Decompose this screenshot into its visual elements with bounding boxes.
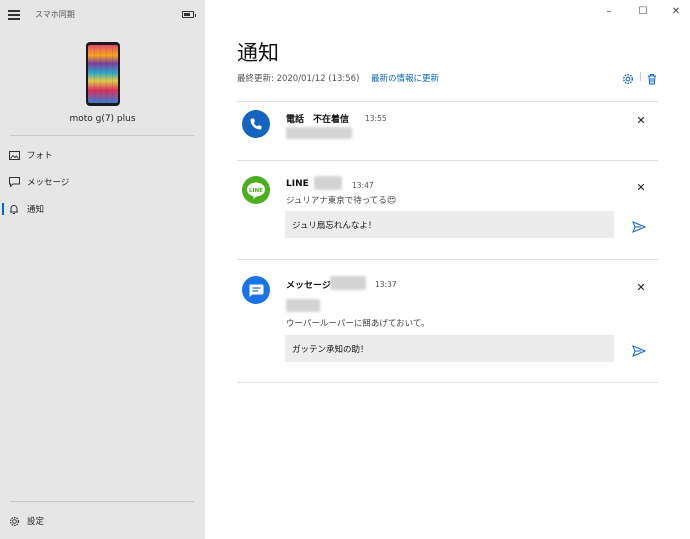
message-icon — [8, 176, 20, 188]
notification-message: ジュリアナ東京で待ってる😍 — [286, 196, 397, 206]
app-title: スマホ同期 — [35, 10, 75, 19]
settings-gear-icon[interactable] — [622, 70, 634, 85]
battery-icon — [182, 11, 196, 18]
bell-icon — [8, 203, 20, 215]
dismiss-button[interactable]: ✕ — [636, 115, 646, 126]
sidebar-item-label: メッセージ — [27, 178, 70, 188]
notification-app-name: メッセージ — [286, 281, 331, 291]
refresh-link[interactable]: 最新の情報に更新 — [371, 72, 439, 84]
reply-input[interactable] — [285, 211, 614, 238]
last-updated-text: 最終更新: 2020/01/12 (13:56) — [237, 74, 360, 84]
redacted-text — [314, 176, 342, 190]
phone-icon — [242, 110, 270, 138]
toolbar-separator — [640, 72, 641, 81]
minimize-button[interactable]: – — [602, 4, 616, 18]
sidebar-item-messages[interactable]: メッセージ — [0, 171, 205, 193]
sidebar-divider — [10, 501, 194, 502]
redacted-text — [286, 127, 352, 139]
sidebar-item-label: 通知 — [27, 205, 45, 215]
line-icon: LINE — [242, 176, 270, 204]
list-divider — [237, 160, 658, 161]
redacted-text — [330, 276, 366, 290]
notification-message: ウーパールーパーに餌あげておいて。 — [286, 319, 430, 329]
sidebar-item-notifications[interactable]: 通知 — [0, 198, 205, 220]
notification-time: 13:55 — [365, 114, 387, 123]
reply-input[interactable] — [285, 335, 614, 362]
notification-time: 13:37 — [375, 280, 397, 289]
redacted-text — [286, 299, 320, 312]
messages-icon — [242, 276, 270, 304]
heart-eyes-emoji: 😍 — [386, 196, 397, 206]
settings-label: 設定 — [27, 517, 45, 527]
list-divider — [237, 382, 658, 383]
list-divider — [237, 101, 658, 102]
phone-image — [86, 42, 120, 106]
photo-icon — [8, 149, 20, 161]
notification-time: 13:47 — [352, 181, 374, 190]
dismiss-button[interactable]: ✕ — [636, 282, 646, 293]
dismiss-button[interactable]: ✕ — [636, 182, 646, 193]
sidebar-item-photos[interactable]: フォト — [0, 144, 205, 166]
sidebar-divider — [10, 135, 194, 136]
line-icon-label: LINE — [249, 188, 263, 194]
page-title: 通知 — [237, 41, 279, 65]
list-divider — [237, 259, 658, 260]
sidebar: スマホ同期 moto g(7) plus フォト メッセージ 通知 設定 — [0, 0, 205, 539]
send-icon[interactable] — [632, 218, 647, 233]
notification-app-name: 電話 不在着信 — [286, 115, 350, 125]
close-window-button[interactable]: ✕ — [669, 4, 683, 18]
notification-app-name: LINE — [286, 179, 309, 189]
settings-button[interactable]: 設定 — [0, 510, 205, 532]
gear-icon — [8, 515, 20, 527]
sidebar-item-label: フォト — [27, 151, 53, 161]
maximize-button[interactable]: ☐ — [636, 4, 650, 18]
send-icon[interactable] — [632, 342, 647, 357]
hamburger-menu-icon[interactable] — [8, 10, 20, 20]
device-name: moto g(7) plus — [69, 114, 136, 124]
trash-icon[interactable] — [646, 70, 658, 85]
